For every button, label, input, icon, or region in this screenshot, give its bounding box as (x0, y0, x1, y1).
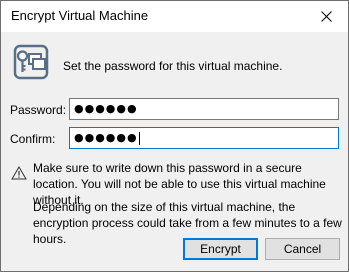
cancel-button[interactable]: Cancel (265, 238, 340, 260)
dialog-title: Encrypt Virtual Machine (11, 8, 149, 23)
intro-text: Set the password for this virtual machin… (63, 59, 283, 73)
close-icon (320, 11, 332, 22)
encrypt-button[interactable]: Encrypt (183, 238, 258, 260)
password-value: ●●●●●● (74, 102, 138, 115)
dialog-content: Set the password for this virtual machin… (1, 32, 348, 271)
warning-icon (11, 166, 27, 180)
password-label: Password: (10, 103, 67, 117)
encrypt-dialog: Encrypt Virtual Machine Set the password… (0, 0, 349, 272)
confirm-field[interactable]: ●●●●●● (69, 127, 339, 149)
key-icon (13, 44, 49, 80)
confirm-value: ●●●●●● (74, 131, 138, 144)
confirm-label: Confirm: (10, 132, 56, 146)
password-field[interactable]: ●●●●●● (69, 98, 339, 120)
title-bar[interactable]: Encrypt Virtual Machine (1, 1, 348, 32)
close-button[interactable] (304, 1, 348, 32)
text-caret (138, 131, 140, 145)
